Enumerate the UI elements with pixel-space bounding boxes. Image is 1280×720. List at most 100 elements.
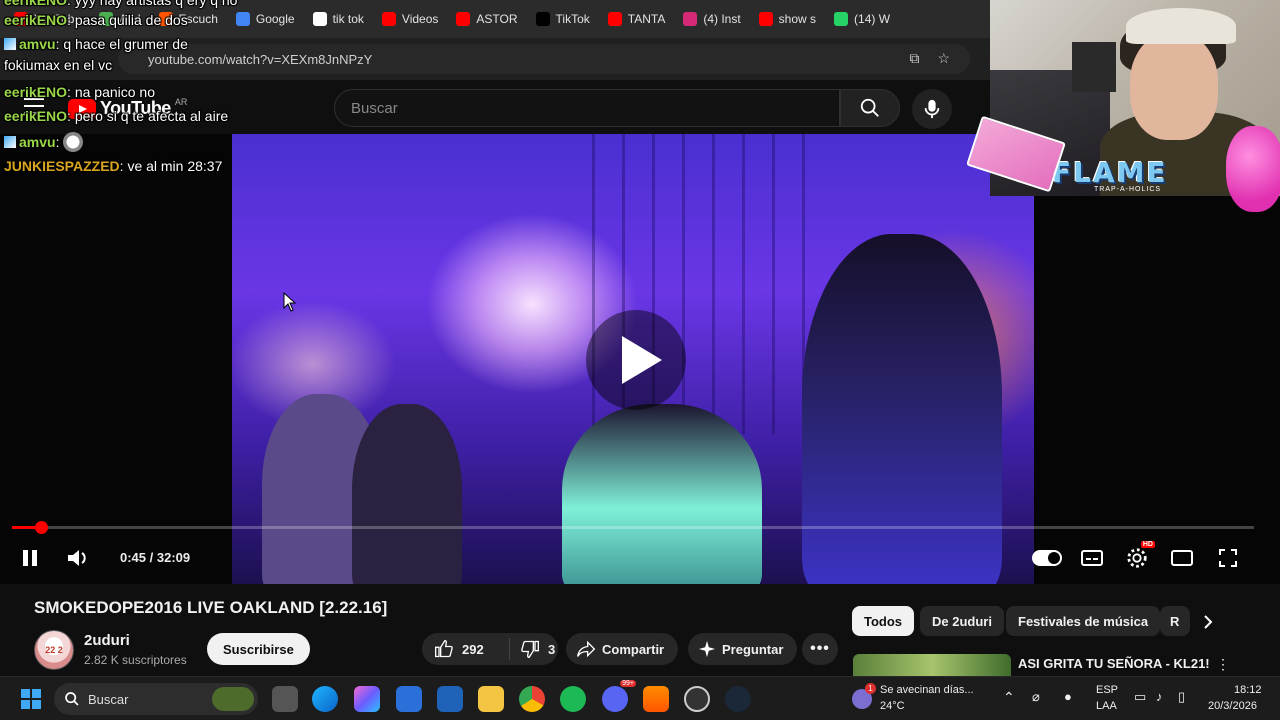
chat-username: amvu <box>19 134 56 150</box>
edge-browser-icon[interactable] <box>312 686 338 712</box>
install-app-icon[interactable]: ⧉ <box>909 50 919 67</box>
bookmark-item[interactable]: (14) W <box>826 5 898 33</box>
network-off-icon[interactable]: ⌀ <box>1032 689 1040 705</box>
microphone-tray-icon[interactable]: ● <box>1064 689 1072 704</box>
subscribe-button[interactable]: Suscribirse <box>207 633 310 665</box>
discord-icon[interactable]: 99+ <box>602 680 636 712</box>
filter-chip[interactable]: Festivales de música <box>1006 606 1161 636</box>
microphone-icon <box>924 99 940 119</box>
bookmark-item[interactable]: Google <box>228 5 303 33</box>
taskbar-search[interactable]: Buscar <box>54 683 258 715</box>
ask-button[interactable]: Preguntar <box>688 633 798 665</box>
pause-button[interactable] <box>14 542 46 574</box>
spotify-icon[interactable] <box>560 686 586 712</box>
clock-date[interactable]: 20/3/2026 <box>1208 700 1257 712</box>
voice-search-button[interactable] <box>912 89 952 129</box>
bookmark-label: ASTOR <box>476 12 518 26</box>
channel-name[interactable]: 2uduri <box>84 632 130 649</box>
dislike-button[interactable]: 3 <box>510 639 555 659</box>
chat-message: eerikENO: pasa quilia de dos <box>4 12 188 28</box>
video-player[interactable]: 0:45 / 32:09 HD <box>0 134 1280 584</box>
chrome-icon[interactable] <box>519 686 545 712</box>
autoplay-toggle[interactable] <box>1031 542 1063 574</box>
chat-username: eerikENO <box>4 0 68 8</box>
pause-icon <box>23 550 37 566</box>
chat-emote-icon <box>63 132 84 152</box>
file-explorer-icon[interactable] <box>478 686 504 712</box>
copilot-icon[interactable] <box>354 686 380 712</box>
weather-text[interactable]: Se avecinan días... <box>880 684 974 696</box>
chips-next-button[interactable] <box>1198 612 1218 637</box>
speaker-icon[interactable]: ♪ <box>1156 689 1163 704</box>
search-input[interactable]: Buscar <box>334 89 840 127</box>
share-button[interactable]: Compartir <box>566 633 679 665</box>
bookmark-label: tik tok <box>332 12 364 26</box>
search-button[interactable] <box>840 89 900 127</box>
bookmark-label: TikTok <box>555 12 590 26</box>
chat-badge-icon <box>4 38 16 50</box>
chat-message: eerikENO: na panico no <box>4 84 156 100</box>
windows-taskbar: Buscar 99+ 1 Se avecinan días... 24°C ⌃ … <box>0 676 1280 720</box>
channel-avatar[interactable]: 22 2 <box>34 630 74 670</box>
like-button[interactable]: 292 <box>422 638 510 660</box>
bookmark-item[interactable]: tik tok <box>305 5 372 33</box>
steam-icon[interactable] <box>725 686 751 712</box>
progress-bar[interactable] <box>12 521 1254 534</box>
outlook-icon[interactable] <box>437 686 463 712</box>
task-view-icon[interactable] <box>272 686 298 712</box>
discord-notification-badge: 99+ <box>620 680 636 687</box>
bookmark-item[interactable]: show s <box>751 5 824 33</box>
filter-chip[interactable]: R <box>1160 606 1190 636</box>
hd-badge: HD <box>1140 541 1155 548</box>
theater-mode-button[interactable] <box>1166 542 1198 574</box>
chat-badge-icon <box>4 136 16 148</box>
chat-username: JUNKIESPAZZED <box>4 158 120 174</box>
bookmark-item[interactable]: (4) Inst <box>675 5 748 33</box>
bookmark-favicon-icon <box>381 12 396 26</box>
mouse-cursor-icon <box>283 292 297 312</box>
recommendation-menu-icon[interactable]: ⋮ <box>1216 656 1230 673</box>
bookmark-item[interactable]: Videos <box>374 5 446 33</box>
microsoft-store-icon[interactable] <box>396 686 422 712</box>
crowd-person <box>802 234 1002 584</box>
more-actions-button[interactable]: ••• <box>802 633 838 665</box>
settings-button[interactable]: HD <box>1121 541 1155 574</box>
dislike-count: 3 <box>548 641 556 657</box>
clock-time[interactable]: 18:12 <box>1234 684 1262 696</box>
like-count: 292 <box>462 641 484 657</box>
bookmark-item[interactable]: ASTOR <box>448 5 525 33</box>
streamer-face <box>1130 32 1218 140</box>
scrubber-handle[interactable] <box>34 521 48 534</box>
fullscreen-button[interactable] <box>1212 542 1244 574</box>
windows-start-button[interactable] <box>18 686 44 712</box>
bookmark-label: show s <box>778 12 817 26</box>
chat-text: fokiumax en el vc <box>4 57 113 73</box>
battery-icon[interactable]: ▯ <box>1178 689 1185 705</box>
bookmark-item[interactable]: TANTA <box>600 5 674 33</box>
gear-icon <box>1127 548 1147 568</box>
search-icon <box>860 98 879 117</box>
language-top[interactable]: ESP <box>1096 684 1118 696</box>
obs-icon[interactable] <box>684 686 710 712</box>
url-field[interactable]: youtube.com/watch?v=XEXm8JnNPzY <box>118 44 970 74</box>
tray-overflow-chevron-icon[interactable]: ⌃ <box>1003 689 1015 706</box>
bookmark-item[interactable]: TikTok <box>528 5 598 33</box>
subtitles-button[interactable] <box>1076 542 1108 574</box>
volume-button[interactable] <box>62 542 94 574</box>
big-play-button[interactable] <box>586 310 686 410</box>
soundcloud-icon[interactable] <box>643 686 669 712</box>
bookmark-star-icon[interactable]: ☆ <box>937 50 950 67</box>
display-icon[interactable]: ▭ <box>1134 689 1146 705</box>
theater-icon <box>1171 550 1193 566</box>
bookmark-label: Google <box>255 12 295 26</box>
filter-chip[interactable]: Todos <box>852 606 915 636</box>
subtitles-icon <box>1081 550 1103 566</box>
chat-message: fokiumax en el vc <box>4 57 112 73</box>
chat-username: eerikENO <box>4 84 68 100</box>
current-time: 0:45 <box>120 550 147 565</box>
bookmark-favicon-icon <box>312 12 327 26</box>
recommended-video-thumbnail[interactable] <box>853 654 1011 676</box>
weather-icon[interactable]: 1 <box>852 683 876 709</box>
filter-chip[interactable]: De 2uduri <box>920 606 1004 636</box>
recommended-video-title[interactable]: ASI GRITA TU SEÑORA - KL21! <box>1018 656 1210 671</box>
